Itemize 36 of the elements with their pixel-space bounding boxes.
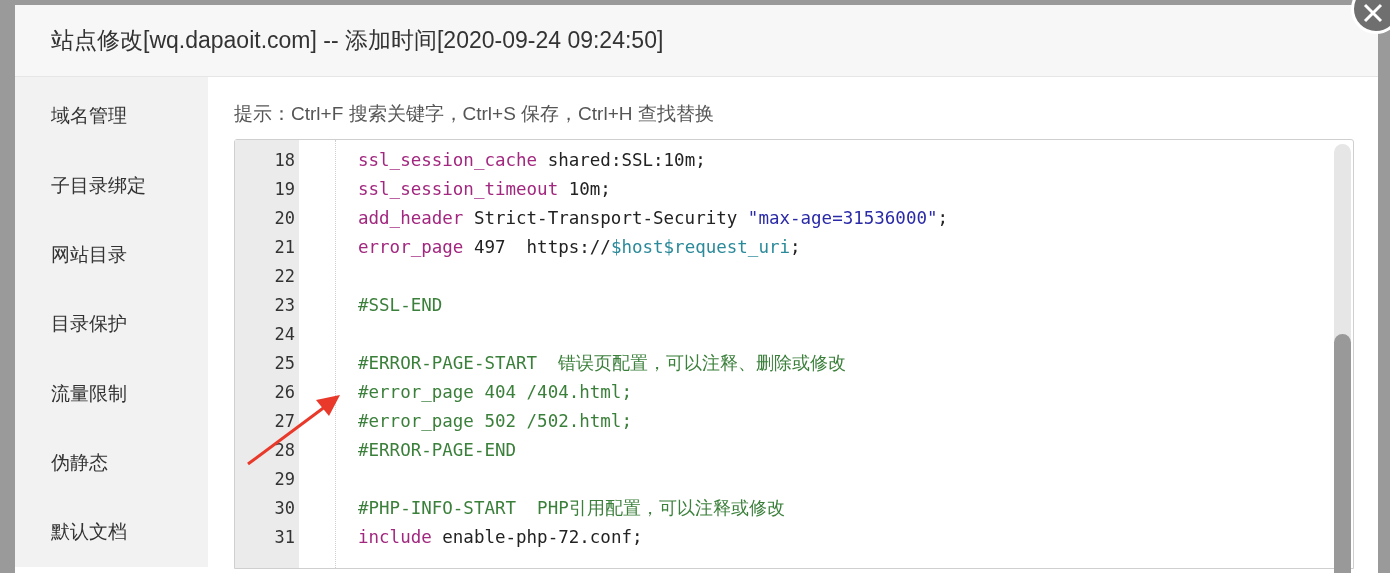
line-number: 21 [274, 235, 295, 259]
hint-text: 提示：Ctrl+F 搜索关键字，Ctrl+S 保存，Ctrl+H 查找替换 [234, 101, 714, 126]
line-number: 23 [274, 293, 295, 317]
code-line: #SSL-END [358, 294, 443, 318]
sidebar-item[interactable]: 目录保护 [51, 310, 127, 339]
code-line: add_header Strict-Transport-Security "max-age=31536000"; [358, 207, 949, 231]
line-number: 25 [274, 351, 295, 375]
code-line: #error_page 404 /404.html; [358, 381, 632, 405]
line-number: 18 [274, 148, 295, 172]
line-number: 24 [274, 322, 295, 346]
line-number: 30 [274, 496, 295, 520]
line-number: 22 [274, 264, 295, 288]
line-number: 26 [274, 380, 295, 404]
sidebar-item[interactable]: 伪静态 [51, 448, 108, 478]
line-number: 29 [274, 467, 295, 491]
line-number: 31 [274, 525, 295, 549]
line-number: 20 [274, 206, 295, 230]
code-line: #ERROR-PAGE-END [358, 439, 517, 463]
sidebar-item[interactable]: 默认文档 [51, 518, 127, 547]
code-line: #error_page 502 /502.html; [358, 410, 632, 434]
sidebar-item[interactable]: 域名管理 [51, 102, 127, 131]
close-icon [1362, 2, 1384, 24]
line-number: 19 [274, 177, 295, 201]
code-line: #ERROR-PAGE-START 错误页配置，可以注释、删除或修改 [358, 352, 847, 376]
line-number: 27 [274, 409, 295, 433]
code-line: ssl_session_timeout 10m; [358, 178, 611, 202]
scrollbar[interactable] [1334, 144, 1351, 573]
code-line: #PHP-INFO-START PHP引用配置，可以注释或修改 [358, 497, 785, 521]
sidebar-item[interactable]: 网站目录 [51, 240, 127, 270]
code-line: include enable-php-72.conf; [358, 526, 643, 550]
sidebar-item[interactable]: 子目录绑定 [51, 171, 146, 201]
dialog-title: 站点修改[wq.dapaoit.com] -- 添加时间[2020-09-24 09:24:50] [51, 26, 664, 56]
code-line: ssl_session_cache shared:SSL:10m; [358, 149, 706, 173]
line-number: 28 [274, 438, 295, 462]
code-line: error_page 497 https://$host$request_uri; [358, 236, 801, 260]
sidebar-item[interactable]: 流量限制 [51, 379, 127, 408]
